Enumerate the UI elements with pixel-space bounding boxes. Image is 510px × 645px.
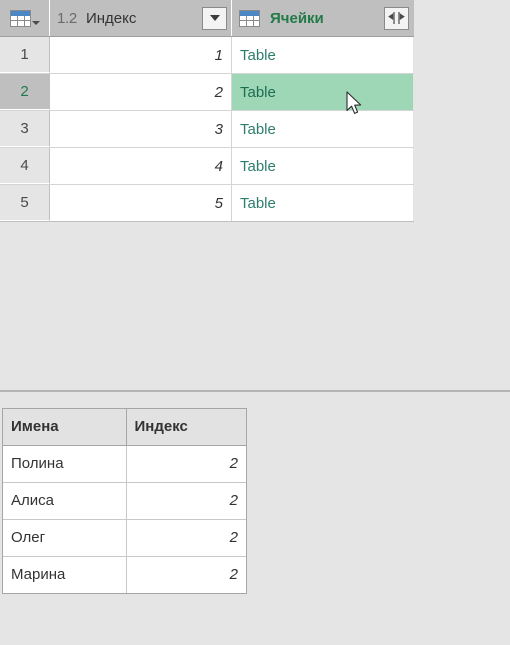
table-row[interactable]: 4 4 Table [0, 148, 414, 185]
nested-cell-index: 2 [126, 556, 246, 593]
cell-nested-table-link[interactable]: Table [232, 148, 413, 184]
nested-cell-name: Олег [3, 519, 127, 557]
table-select-all-icon [9, 9, 31, 27]
nested-header-index[interactable]: Индекс [126, 409, 246, 446]
grid-body: 1 1 Table 2 2 Table 3 3 Table 4 4 Table 5 5 Table [0, 37, 414, 222]
nested-preview-body: Полина 2 Алиса 2 Олег 2 Марина 2 [3, 445, 246, 593]
query-preview-grid: 1.2 Индекс Ячейки 1 1 Table 2 2 Table 3 … [0, 0, 414, 222]
nested-preview-table: Имена Индекс Полина 2 Алиса 2 Олег 2 Марина 2 [3, 409, 246, 593]
nested-table-preview: Имена Индекс Полина 2 Алиса 2 Олег 2 Марина 2 [2, 408, 247, 594]
nested-header-row: Имена Индекс [3, 409, 246, 446]
select-all-inner [9, 9, 40, 27]
row-header-cell[interactable]: 2 [0, 74, 50, 110]
expand-arrows-icon [388, 12, 405, 24]
nested-header-names[interactable]: Имена [3, 409, 127, 446]
nested-cell-name: Марина [3, 556, 127, 593]
cell-nested-table-link[interactable]: Table [232, 74, 413, 110]
nested-cell-index: 2 [126, 519, 246, 557]
pane-divider [0, 390, 510, 392]
nested-table-row: Алиса 2 [3, 482, 246, 520]
column-header-index[interactable]: 1.2 Индекс [50, 0, 232, 36]
select-all-columns-button[interactable] [0, 0, 50, 36]
nested-cell-name: Полина [3, 445, 127, 483]
column-header-index-label: Индекс [85, 9, 137, 27]
nested-table-row: Олег 2 [3, 519, 246, 557]
row-header-cell[interactable]: 4 [0, 148, 50, 184]
grid-header-row: 1.2 Индекс Ячейки [0, 0, 414, 37]
expand-columns-button[interactable] [384, 6, 409, 30]
nested-cell-index: 2 [126, 445, 246, 483]
cell-index[interactable]: 1 [50, 37, 232, 73]
chevron-down-icon [209, 15, 220, 21]
table-row[interactable]: 2 2 Table [0, 74, 414, 111]
cell-nested-table-link[interactable]: Table [232, 185, 413, 221]
column-header-cells-label: Ячейки [270, 9, 324, 27]
column-header-cells[interactable]: Ячейки [232, 0, 413, 36]
cell-index[interactable]: 5 [50, 185, 232, 221]
cell-nested-table-link[interactable]: Table [232, 37, 413, 73]
row-header-cell[interactable]: 1 [0, 37, 50, 73]
nested-cell-index: 2 [126, 482, 246, 520]
decimal-number-type-icon: 1.2 [57, 9, 77, 27]
cell-index[interactable]: 3 [50, 111, 232, 147]
cell-index[interactable]: 4 [50, 148, 232, 184]
nested-table-row: Полина 2 [3, 445, 246, 483]
nested-cell-name: Алиса [3, 482, 127, 520]
table-row[interactable]: 5 5 Table [0, 185, 414, 222]
cell-index[interactable]: 2 [50, 74, 232, 110]
filter-dropdown-button[interactable] [202, 6, 227, 30]
table-row[interactable]: 1 1 Table [0, 37, 414, 74]
table-row[interactable]: 3 3 Table [0, 111, 414, 148]
cell-nested-table-link[interactable]: Table [232, 111, 413, 147]
row-header-cell[interactable]: 5 [0, 185, 50, 221]
nested-preview-head: Имена Индекс [3, 409, 246, 446]
table-type-icon [239, 9, 260, 27]
nested-table-row: Марина 2 [3, 556, 246, 593]
chevron-down-icon [31, 20, 40, 25]
row-header-cell[interactable]: 3 [0, 111, 50, 147]
